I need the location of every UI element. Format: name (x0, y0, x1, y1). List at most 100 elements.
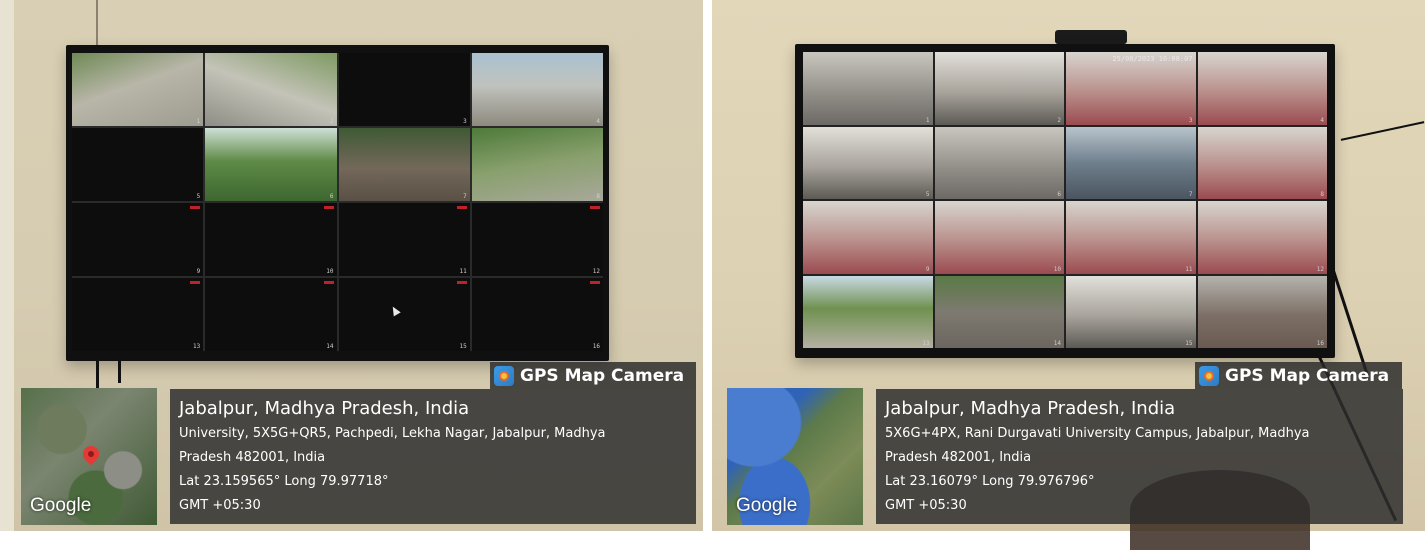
google-label: Google (30, 495, 92, 516)
camera-feed-13: 13 (803, 275, 933, 348)
camera-feed-2: 2 (205, 53, 337, 126)
address-line-2: Pradesh 482001, India (179, 450, 326, 465)
camera-number: 2 (1057, 116, 1061, 124)
camera-number: 5 (925, 191, 930, 198)
cctv-grid-left: 1 2 3 4 5 6 7 8 9 10 11 12 13 14 15 16 (72, 53, 603, 351)
gps-map-camera-icon (494, 365, 514, 386)
camera-feed-11: 11 (1066, 201, 1196, 274)
camera-feed-12: 12 (1197, 201, 1327, 274)
timezone: GMT +05:30 (179, 498, 261, 513)
power-cable (96, 361, 99, 391)
camera-feed-16: 16 (471, 278, 603, 351)
location-title: Jabalpur, Madhya Pradesh, India (885, 398, 1176, 419)
recording-indicator (323, 281, 334, 284)
camera-feed-10: 10 (205, 203, 337, 276)
camera-feed-2: 2 (934, 52, 1064, 125)
camera-number: 9 (925, 265, 930, 273)
camera-feed-5: 5 (72, 128, 204, 201)
camera-number: 13 (193, 343, 201, 350)
map-thumbnail-right: Google (727, 388, 863, 525)
camera-feed-15: 15 (1066, 275, 1196, 348)
camera-feed-3: 25/08/2023 16:08:07 3 (1066, 52, 1196, 125)
recording-indicator (590, 206, 600, 209)
camera-feed-13: 13 (72, 278, 204, 351)
wall-edge (0, 0, 14, 531)
camera-feed-7: 7 (1066, 126, 1196, 199)
camera-feed-10: 10 (934, 201, 1064, 274)
camera-feed-5: 5 (803, 126, 933, 199)
recording-indicator (456, 206, 467, 209)
gps-label: GPS Map Camera (520, 365, 685, 386)
camera-feed-11: 11 (338, 203, 470, 276)
camera-number: 14 (326, 343, 334, 350)
location-info-left: Jabalpur, Madhya Pradesh, India Universi… (170, 389, 696, 524)
camera-number: 2 (329, 118, 334, 125)
power-cable (118, 361, 121, 383)
map-pin-icon (79, 442, 103, 466)
camera-number: 14 (1053, 340, 1061, 347)
camera-number: 7 (1188, 191, 1193, 198)
tv-monitor-left: 1 2 3 4 5 6 7 8 9 10 11 12 13 14 15 16 (66, 45, 609, 361)
recording-indicator (590, 281, 600, 284)
camera-feed-3: 3 (338, 53, 470, 126)
screen-timestamp: 25/08/2023 16:08:07 (1112, 55, 1193, 63)
camera-number: 8 (596, 193, 600, 200)
location-title: Jabalpur, Madhya Pradesh, India (179, 398, 470, 419)
camera-feed-6: 6 (205, 128, 337, 201)
map-thumbnail-left: Google (21, 388, 157, 525)
gps-map-camera-icon (1199, 365, 1219, 386)
camera-feed-1: 1 (72, 53, 204, 126)
camera-number: 6 (329, 193, 334, 200)
camera-feed-16: 16 (1197, 275, 1327, 348)
recording-indicator (323, 206, 334, 209)
camera-number: 10 (326, 268, 334, 275)
camera-number: 16 (592, 343, 600, 350)
camera-number: 8 (1320, 191, 1324, 198)
recording-indicator (456, 281, 467, 284)
location-info-right: Jabalpur, Madhya Pradesh, India 5X6G+4PX… (876, 389, 1403, 524)
gps-map-camera-tag-left: GPS Map Camera (490, 362, 696, 389)
camera-feed-8: 8 (471, 128, 603, 201)
google-label: Google (736, 495, 798, 516)
camera-number: 1 (925, 116, 930, 124)
camera-number: 5 (196, 193, 201, 200)
camera-feed-14: 14 (205, 278, 337, 351)
camera-number: 9 (196, 268, 201, 275)
camera-feed-7: 7 (338, 128, 470, 201)
tv-monitor-right: 1 2 25/08/2023 16:08:07 3 4 5 6 7 8 9 10 11 12 13 14 15… (795, 44, 1335, 358)
camera-feed-9: 9 (803, 201, 933, 274)
camera-number: 4 (1320, 116, 1324, 124)
camera-number: 13 (922, 340, 930, 347)
address-line-1: 5X6G+4PX, Rani Durgavati University Camp… (885, 426, 1310, 441)
camera-number: 3 (1188, 116, 1193, 124)
recording-indicator (190, 206, 201, 209)
camera-feed-9: 9 (72, 203, 204, 276)
recording-indicator (190, 281, 201, 284)
gps-label: GPS Map Camera (1225, 365, 1390, 386)
coordinates: Lat 23.16079° Long 79.976796° (885, 474, 1095, 489)
mouse-cursor-icon (388, 304, 401, 317)
camera-number: 15 (1185, 340, 1193, 347)
camera-number: 10 (1053, 265, 1061, 273)
camera-feed-4: 4 (1197, 52, 1327, 125)
camera-feed-1: 1 (803, 52, 933, 125)
address-line-1: University, 5X5G+QR5, Pachpedi, Lekha Na… (179, 426, 606, 441)
camera-feed-4: 4 (471, 53, 603, 126)
camera-number: 6 (1057, 191, 1061, 198)
camera-feed-15: 15 (338, 278, 470, 351)
camera-number: 3 (463, 118, 467, 125)
camera-number: 11 (1185, 265, 1193, 273)
camera-number: 7 (463, 193, 467, 200)
camera-number: 16 (1316, 340, 1324, 347)
camera-feed-12: 12 (471, 203, 603, 276)
camera-feed-8: 8 (1197, 126, 1327, 199)
coordinates: Lat 23.159565° Long 79.97718° (179, 474, 389, 489)
cctv-grid-right: 1 2 25/08/2023 16:08:07 3 4 5 6 7 8 9 10 11 12 13 14 15… (803, 52, 1327, 348)
camera-number: 1 (196, 118, 201, 125)
camera-number: 12 (1316, 265, 1324, 273)
camera-feed-6: 6 (934, 126, 1064, 199)
camera-number: 12 (592, 268, 600, 275)
camera-number: 11 (459, 268, 467, 275)
address-line-2: Pradesh 482001, India (885, 450, 1032, 465)
wall-cable (1340, 121, 1425, 141)
